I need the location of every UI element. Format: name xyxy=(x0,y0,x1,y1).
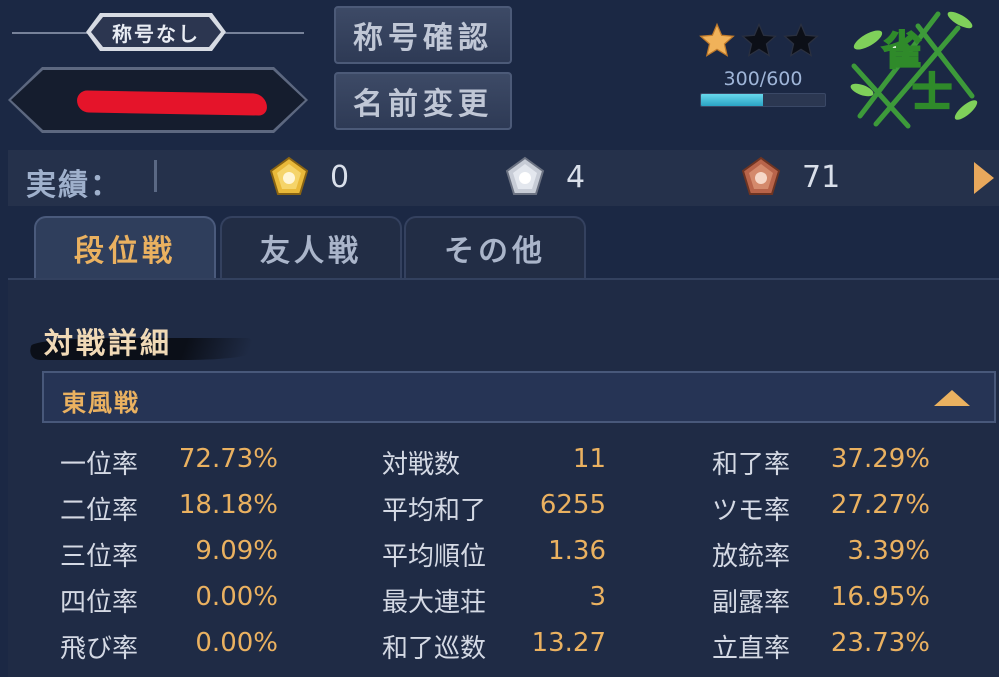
gold-medal-icon xyxy=(269,156,309,195)
achievements-next-arrow-icon[interactable] xyxy=(974,162,994,194)
silver-medal-icon xyxy=(505,156,545,195)
stat-value: 6255 xyxy=(539,490,606,520)
stat-label: 三位率 xyxy=(60,542,139,572)
stat-label: ツモ率 xyxy=(712,496,791,526)
silver-medal-count: 4 xyxy=(566,160,586,195)
bronze-medal-count: 71 xyxy=(802,160,841,195)
tab-other[interactable]: その他 xyxy=(404,216,586,278)
stat-label: 四位率 xyxy=(60,588,139,618)
stat-label: 放銃率 xyxy=(712,542,791,572)
achievements-divider xyxy=(154,160,157,192)
mode-dropdown[interactable] xyxy=(42,371,996,423)
stat-value: 16.95% xyxy=(830,582,930,612)
stat-value: 9.09% xyxy=(195,536,278,566)
rank-emblem-icon: 雀 士 xyxy=(850,11,978,129)
stat-value: 0.00% xyxy=(195,628,278,658)
section-title: 対戦詳細 xyxy=(44,326,173,360)
player-name-plate xyxy=(8,67,308,133)
stat-label: 平均和了 xyxy=(382,496,487,526)
star-empty-icon xyxy=(741,22,777,57)
stat-value: 1.36 xyxy=(548,536,606,566)
stat-label: 和了巡数 xyxy=(382,634,487,664)
stat-value: 18.18% xyxy=(178,490,278,520)
stat-label: 立直率 xyxy=(712,634,791,664)
stat-value: 0.00% xyxy=(195,582,278,612)
exp-text: 300/600 xyxy=(723,68,803,90)
bronze-medal-icon xyxy=(741,156,781,195)
stat-value: 37.29% xyxy=(830,444,930,474)
stat-value: 3 xyxy=(589,582,606,612)
star-empty-icon xyxy=(783,22,819,57)
stat-value: 3.39% xyxy=(847,536,930,566)
star-filled-icon xyxy=(699,22,735,57)
stat-label: 飛び率 xyxy=(60,634,139,664)
name-change-button[interactable]: 名前変更 xyxy=(334,72,512,130)
title-tag-label: 称号なし xyxy=(91,17,221,47)
mode-dropdown-label: 東風戦 xyxy=(62,388,140,417)
rank-emblem-char-2: 士 xyxy=(912,69,952,116)
stat-label: 平均順位 xyxy=(382,542,487,572)
exp-progress-bar xyxy=(700,93,826,107)
title-check-button[interactable]: 称号確認 xyxy=(334,6,512,64)
tab-ranked[interactable]: 段位戦 xyxy=(34,216,216,278)
stat-label: 一位率 xyxy=(60,450,139,480)
stat-label: 二位率 xyxy=(60,496,139,526)
stat-value: 72.73% xyxy=(178,444,278,474)
gold-medal-count: 0 xyxy=(330,160,350,195)
redacted-player-name xyxy=(77,90,267,115)
collapse-arrow-icon[interactable] xyxy=(934,390,970,406)
stat-value: 27.27% xyxy=(830,490,930,520)
stat-value: 13.27 xyxy=(531,628,606,658)
stat-value: 23.73% xyxy=(830,628,930,658)
stat-label: 副露率 xyxy=(712,588,791,618)
achievements-label: 実績： xyxy=(26,168,122,203)
rank-stars xyxy=(698,22,820,60)
rank-emblem-char-1: 雀 xyxy=(882,27,922,74)
exp-progress-fill xyxy=(701,94,763,106)
title-tag: 称号なし xyxy=(86,13,226,51)
stat-label: 対戦数 xyxy=(382,450,461,480)
stat-label: 和了率 xyxy=(712,450,791,480)
stat-value: 11 xyxy=(572,444,606,474)
tab-friends[interactable]: 友人戦 xyxy=(220,216,402,278)
stat-label: 最大連荘 xyxy=(382,588,487,618)
